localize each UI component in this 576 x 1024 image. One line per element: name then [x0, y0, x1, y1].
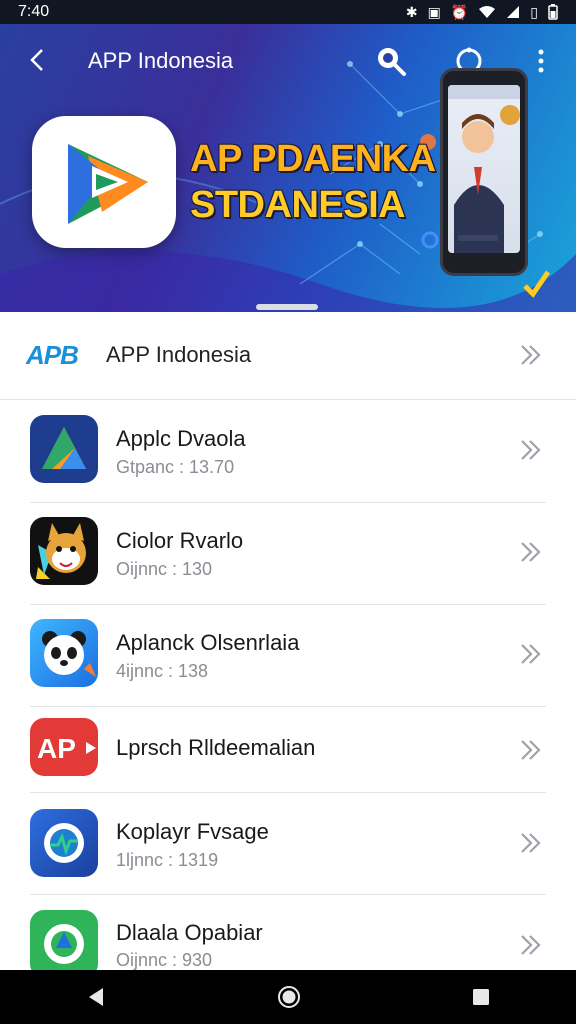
- fox-mascot-icon: [30, 517, 98, 585]
- app-subtitle: Oijnnc : 930: [116, 950, 213, 970]
- nav-back-icon[interactable]: [85, 986, 107, 1008]
- hero-banner[interactable]: APP Indonesia AP PDAENKA STDANESIA: [0, 24, 576, 312]
- more-vert-icon: [538, 49, 544, 73]
- featured-logo: APB: [26, 340, 79, 370]
- signal-icon: [507, 6, 520, 18]
- nav-home-icon[interactable]: [277, 985, 301, 1009]
- status-bar: 7:40 ✱ ▣ ⏰ ▯: [0, 0, 576, 24]
- wifi-icon: [479, 6, 496, 18]
- back-button[interactable]: [22, 44, 54, 76]
- list-item[interactable]: Ciolor Rvarlo Oijnnc : 130: [0, 502, 576, 605]
- character-illustration: [448, 85, 520, 253]
- svg-text:AP: AP: [37, 733, 76, 764]
- app-subtitle: Gtpanc : 13.70: [116, 457, 235, 477]
- double-chevron-icon[interactable]: [518, 641, 544, 667]
- navigation-bar: [0, 970, 576, 1024]
- app-subtitle: 1ljnnc : 1319: [116, 850, 219, 870]
- app-list: Applc Dvaola Gtpanc : 13.70 Ciolor Rvarl…: [0, 400, 576, 978]
- battery-icon: [548, 4, 558, 20]
- nav-recents-icon[interactable]: [471, 987, 491, 1007]
- featured-row[interactable]: APB APP Indonesia: [0, 312, 576, 400]
- circle-chart-icon: [30, 809, 98, 877]
- list-item[interactable]: Koplayr Fvsage 1ljnnc : 1319: [0, 792, 576, 895]
- app-name: Aplanck Olsenrlaia: [116, 630, 300, 655]
- nfc-icon: ▣: [427, 3, 441, 20]
- green-drop-icon: [30, 910, 98, 978]
- double-chevron-icon[interactable]: [518, 932, 544, 958]
- double-chevron-icon[interactable]: [518, 342, 544, 368]
- app-logo-icon: [68, 144, 148, 224]
- ap-red-logo-icon: AP: [30, 718, 98, 776]
- alarm-icon: ⏰: [450, 3, 469, 20]
- list-item[interactable]: Applc Dvaola Gtpanc : 13.70: [0, 400, 576, 503]
- bluetooth-icon: ✱: [405, 3, 418, 20]
- app-name: Applc Dvaola: [116, 426, 246, 451]
- back-icon: [30, 49, 43, 71]
- featured-title: APP Indonesia: [106, 342, 252, 367]
- app-name: Lprsch Rlldeemalian: [116, 735, 316, 760]
- app-name: Dlaala Opabiar: [116, 920, 263, 945]
- phone-screen: [448, 85, 520, 253]
- search-button[interactable]: [374, 44, 408, 78]
- app-logo-card: [32, 116, 176, 248]
- more-button[interactable]: [524, 44, 558, 78]
- phone-illustration: [440, 68, 528, 276]
- double-chevron-icon[interactable]: [518, 737, 544, 763]
- double-chevron-icon[interactable]: [518, 830, 544, 856]
- app-subtitle: Oijnnc : 130: [116, 559, 213, 579]
- double-chevron-icon[interactable]: [518, 437, 544, 463]
- status-time: 7:40: [18, 3, 50, 20]
- banner-line-2: STDANESIA: [190, 184, 406, 226]
- sim-icon: ▯: [530, 3, 538, 20]
- status-icons: ✱ ▣ ⏰ ▯: [406, 4, 558, 21]
- search-icon: [378, 48, 406, 76]
- screen: 7:40 ✱ ▣ ⏰ ▯ APP Indonesia AP PDAENKA ST…: [0, 0, 576, 1024]
- triangle-logo-icon: [30, 415, 98, 483]
- double-chevron-icon[interactable]: [518, 539, 544, 565]
- app-bar-title: APP Indonesia: [88, 48, 234, 73]
- app-name: Koplayr Fvsage: [116, 819, 269, 844]
- banner-line-1: AP PDAENKA: [190, 138, 436, 180]
- panda-icon: [30, 619, 98, 687]
- banner-headline: AP PDAENKA STDANESIA: [190, 136, 436, 228]
- list-item[interactable]: AP Lprsch Rlldeemalian: [0, 706, 576, 793]
- app-name: Ciolor Rvarlo: [116, 528, 244, 553]
- list-item[interactable]: Dlaala Opabiar Oijnnc : 930: [0, 894, 576, 978]
- app-subtitle: 4ijnnc : 138: [116, 661, 209, 681]
- drag-handle[interactable]: [256, 304, 318, 310]
- list-item[interactable]: Aplanck Olsenrlaia 4ijnnc : 138: [0, 604, 576, 707]
